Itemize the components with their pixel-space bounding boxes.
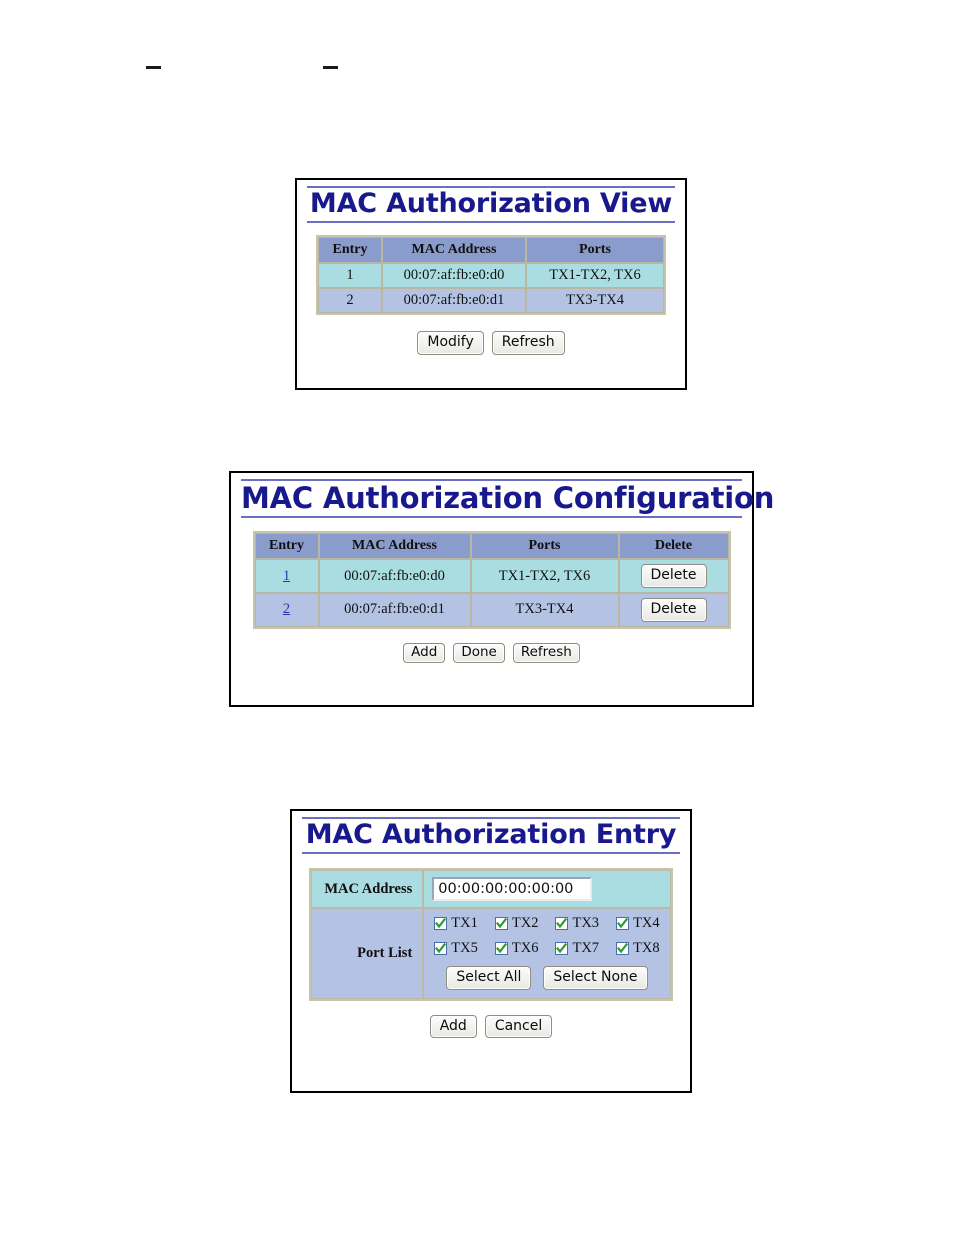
cell-entry: 1: [318, 263, 382, 289]
entry-link[interactable]: 2: [283, 601, 290, 617]
select-all-button[interactable]: Select All: [446, 966, 532, 990]
port-item-tx6[interactable]: TX6: [494, 940, 539, 957]
cell-entry: 2: [318, 288, 382, 314]
cell-entry: 1: [254, 559, 319, 593]
page-title-view: MAC Authorization View: [307, 186, 675, 224]
cell-delete: Delete: [618, 592, 729, 627]
add-button[interactable]: Add: [429, 1014, 477, 1039]
port-label: TX2: [511, 915, 539, 932]
table-header-row: Entry MAC Address Ports: [318, 237, 664, 264]
port-selection-button-row: Select All Select None: [434, 966, 659, 990]
mac-address-input[interactable]: [432, 877, 593, 902]
label-mac-address: MAC Address: [311, 870, 424, 909]
checkbox-checked-icon[interactable]: [434, 917, 448, 931]
field-mac-address: [423, 870, 671, 909]
port-item-tx2[interactable]: TX2: [494, 915, 539, 932]
checkbox-checked-icon[interactable]: [434, 942, 448, 956]
column-header-entry: Entry: [318, 237, 382, 264]
delete-button[interactable]: Delete: [640, 597, 707, 622]
port-item-tx5[interactable]: TX5: [434, 940, 478, 957]
delete-button[interactable]: Delete: [640, 564, 707, 588]
column-header-mac-address: MAC Address: [318, 533, 471, 560]
table-row: 1 00:07:af:fb:e0:d0 TX1-TX2, TX6 Delete: [254, 559, 729, 593]
select-none-button[interactable]: Select None: [543, 966, 648, 990]
form-row-port-list: Port List TX1 TX2 TX3 TX4 TX5 TX6 TX7 TX…: [311, 908, 671, 999]
column-header-entry: Entry: [254, 533, 319, 560]
header-dash-left: [146, 66, 161, 69]
form-row-mac-address: MAC Address: [311, 870, 671, 909]
port-item-tx7[interactable]: TX7: [555, 940, 599, 957]
mac-authorization-view-panel: MAC Authorization View Entry MAC Address…: [295, 178, 687, 390]
table-header-row: Entry MAC Address Ports Delete: [254, 533, 729, 560]
port-label: TX3: [572, 915, 600, 932]
view-table-wrapper: Entry MAC Address Ports 1 00:07:af:fb:e0…: [307, 235, 675, 316]
cell-ports: TX1-TX2, TX6: [526, 263, 664, 289]
cell-delete: Delete: [618, 559, 729, 593]
port-item-tx1[interactable]: TX1: [434, 915, 478, 932]
refresh-button[interactable]: Refresh: [512, 642, 580, 664]
refresh-button[interactable]: Refresh: [491, 331, 565, 355]
checkbox-checked-icon[interactable]: [555, 917, 569, 931]
column-header-mac-address: MAC Address: [382, 237, 526, 264]
mac-authorization-configuration-table: Entry MAC Address Ports Delete 1 00:07:a…: [252, 531, 731, 629]
page-title-entry: MAC Authorization Entry: [302, 817, 680, 855]
checkbox-checked-icon[interactable]: [494, 942, 508, 956]
mac-authorization-view-table: Entry MAC Address Ports 1 00:07:af:fb:e0…: [316, 235, 666, 316]
mac-authorization-entry-form: MAC Address Port List: [309, 868, 673, 1001]
port-item-tx4[interactable]: TX4: [616, 915, 660, 932]
cell-mac-address: 00:07:af:fb:e0:d1: [382, 288, 526, 314]
modify-button[interactable]: Modify: [417, 331, 484, 355]
port-item-tx8[interactable]: TX8: [616, 940, 660, 957]
port-label: TX7: [572, 940, 600, 957]
port-label: TX8: [633, 940, 660, 957]
done-button[interactable]: Done: [453, 642, 505, 664]
checkbox-checked-icon[interactable]: [616, 917, 630, 931]
cell-mac-address: 00:07:af:fb:e0:d1: [318, 592, 471, 627]
column-header-delete: Delete: [618, 533, 729, 560]
cell-ports: TX1-TX2, TX6: [470, 559, 619, 593]
table-row: 2 00:07:af:fb:e0:d1 TX3-TX4 Delete: [254, 592, 729, 627]
port-label: TX5: [451, 940, 478, 957]
config-button-row: Add Done Refresh: [241, 642, 742, 664]
field-port-list: TX1 TX2 TX3 TX4 TX5 TX6 TX7 TX8 Select A…: [423, 908, 671, 999]
entry-button-row: Add Cancel: [302, 1014, 680, 1039]
checkbox-checked-icon[interactable]: [494, 917, 508, 931]
table-row: 2 00:07:af:fb:e0:d1 TX3-TX4: [318, 288, 664, 314]
page-title-configuration: MAC Authorization Configuration: [241, 479, 774, 519]
mac-authorization-configuration-panel: MAC Authorization Configuration Entry MA…: [229, 471, 774, 707]
port-checkbox-grid: TX1 TX2 TX3 TX4 TX5 TX6 TX7 TX8: [434, 915, 660, 957]
add-button[interactable]: Add: [403, 642, 446, 664]
port-label: TX6: [511, 940, 539, 957]
cell-mac-address: 00:07:af:fb:e0:d0: [382, 263, 526, 289]
mac-authorization-entry-panel: MAC Authorization Entry MAC Address Port…: [290, 809, 692, 1093]
cell-ports: TX3-TX4: [526, 288, 664, 314]
column-header-ports: Ports: [526, 237, 664, 264]
checkbox-checked-icon[interactable]: [555, 942, 569, 956]
cancel-button[interactable]: Cancel: [484, 1014, 553, 1039]
port-label: TX4: [633, 915, 660, 932]
port-item-tx3[interactable]: TX3: [555, 915, 599, 932]
entry-link[interactable]: 1: [283, 568, 290, 584]
cell-mac-address: 00:07:af:fb:e0:d0: [318, 559, 471, 593]
cell-entry: 2: [254, 592, 319, 627]
cell-ports: TX3-TX4: [470, 592, 619, 627]
entry-form-wrapper: MAC Address Port List: [302, 868, 680, 1001]
port-label: TX1: [451, 915, 478, 932]
view-button-row: Modify Refresh: [307, 331, 675, 355]
table-row: 1 00:07:af:fb:e0:d0 TX1-TX2, TX6: [318, 263, 664, 289]
label-port-list: Port List: [311, 908, 424, 999]
header-dash-right: [323, 66, 338, 69]
config-table-wrapper: Entry MAC Address Ports Delete 1 00:07:a…: [241, 531, 742, 629]
checkbox-checked-icon[interactable]: [616, 942, 630, 956]
column-header-ports: Ports: [470, 533, 619, 560]
